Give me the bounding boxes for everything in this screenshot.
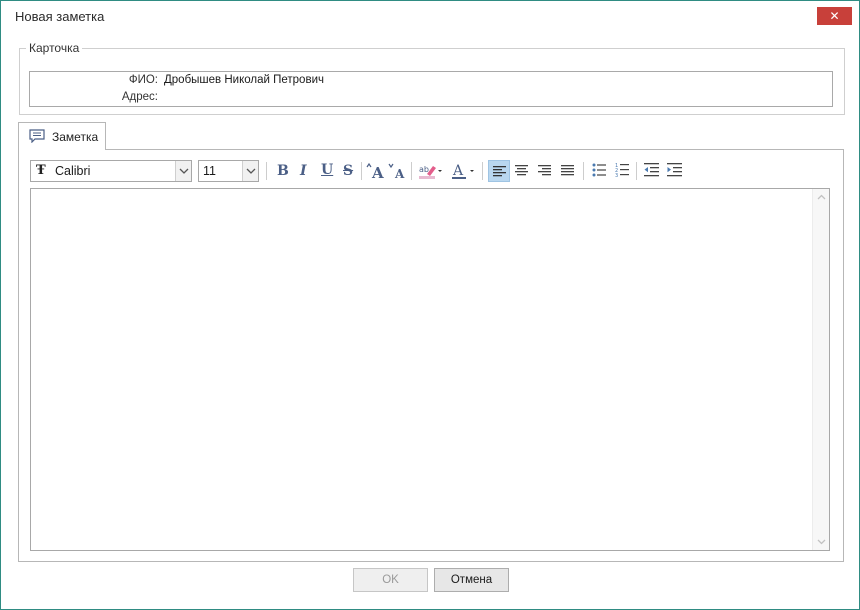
underline-button[interactable]: U — [315, 160, 337, 182]
underline-icon: U — [321, 162, 334, 178]
decrease-indent-icon — [644, 163, 659, 177]
dialog-body: Карточка ФИО: Дробышев Николай Петрович … — [6, 32, 854, 605]
font-size-combo[interactable]: 11 — [198, 160, 259, 182]
fio-value: Дробышев Николай Петрович — [164, 74, 324, 86]
numbered-list-icon: 1 2 3 — [615, 163, 629, 178]
ok-button[interactable]: OK — [353, 568, 428, 592]
svg-text:3: 3 — [615, 173, 618, 178]
increase-indent-button[interactable] — [664, 160, 686, 182]
chevron-down-icon — [246, 168, 256, 174]
close-icon: ✕ — [829, 9, 840, 23]
card-legend: Карточка — [29, 41, 80, 55]
dialog-window: Новая заметка ✕ Карточка ФИО: Дробышев Н… — [0, 0, 860, 610]
card-details: ФИО: Дробышев Николай Петрович Адрес: — [29, 71, 833, 107]
font-color-button[interactable]: A — [449, 160, 477, 182]
toolbar-separator — [361, 162, 362, 180]
tab-note[interactable]: Заметка — [18, 122, 106, 150]
note-editor[interactable] — [30, 188, 830, 551]
title-bar[interactable]: Новая заметка ✕ — [1, 1, 859, 32]
font-size-dropdown[interactable] — [242, 161, 258, 181]
shrink-font-icon: A — [388, 163, 405, 180]
note-tab-panel: Ŧ Calibri 11 B I U S A A ab A 1 2 3 — [18, 149, 844, 562]
toolbar-separator — [482, 162, 483, 180]
fio-label: ФИО: — [128, 74, 158, 86]
close-button[interactable]: ✕ — [817, 7, 852, 25]
align-left-icon — [493, 166, 506, 177]
svg-text:A: A — [371, 164, 384, 180]
svg-text:A: A — [452, 163, 464, 179]
strikethrough-button[interactable]: S — [337, 160, 359, 182]
scroll-up-icon — [817, 194, 826, 200]
align-center-icon — [515, 165, 528, 176]
align-right-button[interactable] — [534, 160, 556, 182]
comment-icon — [29, 129, 45, 144]
font-family-dropdown[interactable] — [175, 161, 191, 181]
font-family-combo[interactable]: Ŧ Calibri — [30, 160, 192, 182]
toolbar-separator — [411, 162, 412, 180]
toolbar-separator — [266, 162, 267, 180]
scroll-down-icon — [817, 539, 826, 545]
grow-font-button[interactable]: A — [365, 160, 387, 182]
align-left-button[interactable] — [488, 160, 510, 182]
cancel-button[interactable]: Отмена — [434, 568, 509, 592]
justify-button[interactable] — [557, 160, 579, 182]
numbering-button[interactable]: 1 2 3 — [611, 160, 633, 182]
strikethrough-icon: S — [343, 163, 354, 179]
italic-icon: I — [300, 163, 307, 179]
card-group: Карточка ФИО: Дробышев Николай Петрович … — [19, 41, 845, 115]
bold-button[interactable]: B — [271, 160, 293, 182]
italic-button[interactable]: I — [293, 160, 315, 182]
svg-text:A: A — [394, 167, 405, 180]
toolbar-separator — [636, 162, 637, 180]
editor-scrollbar[interactable] — [812, 189, 829, 550]
font-color-icon: A — [452, 163, 474, 179]
font-size-value: 11 — [203, 164, 216, 178]
font-family-value: Calibri — [55, 164, 91, 178]
align-right-icon — [538, 165, 551, 176]
tab-note-label: Заметка — [52, 130, 99, 144]
address-label: Адрес: — [121, 91, 158, 103]
bold-icon: B — [277, 163, 289, 179]
bullets-button[interactable] — [588, 160, 610, 182]
highlight-color-button[interactable]: ab — [417, 160, 445, 182]
toolbar-separator — [583, 162, 584, 180]
align-center-button[interactable] — [511, 160, 533, 182]
highlight-icon: ab — [419, 165, 442, 179]
grow-font-icon: A — [366, 162, 384, 180]
formatting-toolbar: Ŧ Calibri 11 B I U S A A ab A 1 2 3 — [30, 159, 830, 183]
note-editor-content[interactable] — [35, 193, 807, 546]
justify-icon — [561, 165, 574, 176]
bullet-list-icon — [592, 163, 606, 177]
window-title: Новая заметка — [15, 9, 105, 24]
shrink-font-button[interactable]: A — [387, 160, 409, 182]
font-type-icon: Ŧ — [36, 163, 46, 178]
svg-text:ab: ab — [419, 165, 429, 174]
decrease-indent-button[interactable] — [641, 160, 663, 182]
increase-indent-icon — [667, 163, 682, 177]
chevron-down-icon — [179, 168, 189, 174]
